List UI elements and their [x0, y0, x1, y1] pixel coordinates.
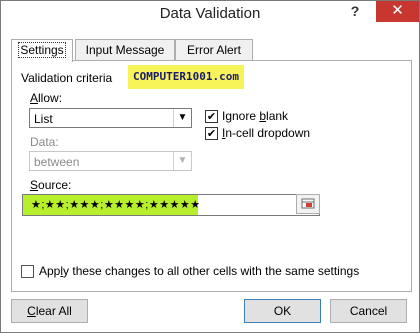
- allow-select-value: List: [34, 112, 53, 126]
- tab-settings-label: Settings: [18, 42, 66, 58]
- range-select-button[interactable]: [296, 194, 320, 214]
- check-icon: ✔: [206, 128, 217, 140]
- watermark-banner: COMPUTER1001.com: [128, 65, 244, 89]
- chevron-down-icon[interactable]: ▼: [173, 109, 191, 127]
- tab-input-message[interactable]: Input Message: [75, 39, 175, 61]
- source-input[interactable]: ★;★★;★★★;★★★★;★★★★★: [22, 194, 320, 216]
- data-select-value: between: [34, 155, 80, 169]
- data-validation-dialog: Data Validation ? ✕ Settings Input Messa…: [0, 0, 420, 333]
- check-icon: ✔: [206, 111, 217, 123]
- help-button[interactable]: ?: [347, 3, 363, 23]
- title-bar: Data Validation ? ✕: [1, 1, 419, 29]
- ignore-blank-checkbox[interactable]: ✔: [205, 110, 218, 123]
- settings-panel: [11, 60, 412, 292]
- tab-input-message-label: Input Message: [85, 43, 165, 57]
- tab-settings[interactable]: Settings: [11, 39, 73, 62]
- chevron-down-icon: ▼: [173, 152, 191, 170]
- close-button[interactable]: ✕: [376, 1, 419, 22]
- tab-error-alert-label: Error Alert: [186, 43, 241, 57]
- ok-button[interactable]: OK: [244, 299, 321, 323]
- in-cell-dropdown-label: In-cell dropdown: [222, 126, 311, 140]
- in-cell-dropdown-checkbox[interactable]: ✔: [205, 127, 218, 140]
- tab-error-alert[interactable]: Error Alert: [175, 39, 253, 61]
- source-input-value: ★;★★;★★★;★★★★;★★★★★: [23, 195, 200, 215]
- ignore-blank-label: Ignore blank: [222, 109, 289, 123]
- collapse-dialog-icon: [301, 198, 315, 209]
- validation-criteria-heading: Validation criteria: [21, 71, 113, 85]
- data-select: between ▼: [29, 151, 192, 171]
- apply-all-label: Apply these changes to all other cells w…: [39, 264, 360, 278]
- allow-select[interactable]: List ▼: [29, 108, 192, 128]
- cancel-button[interactable]: Cancel: [330, 299, 407, 323]
- clear-all-button[interactable]: Clear All: [11, 299, 88, 323]
- apply-all-checkbox[interactable]: [21, 265, 34, 278]
- source-label: Source:: [30, 178, 72, 192]
- allow-label: Allow:: [30, 91, 63, 105]
- data-label: Data:: [30, 135, 59, 149]
